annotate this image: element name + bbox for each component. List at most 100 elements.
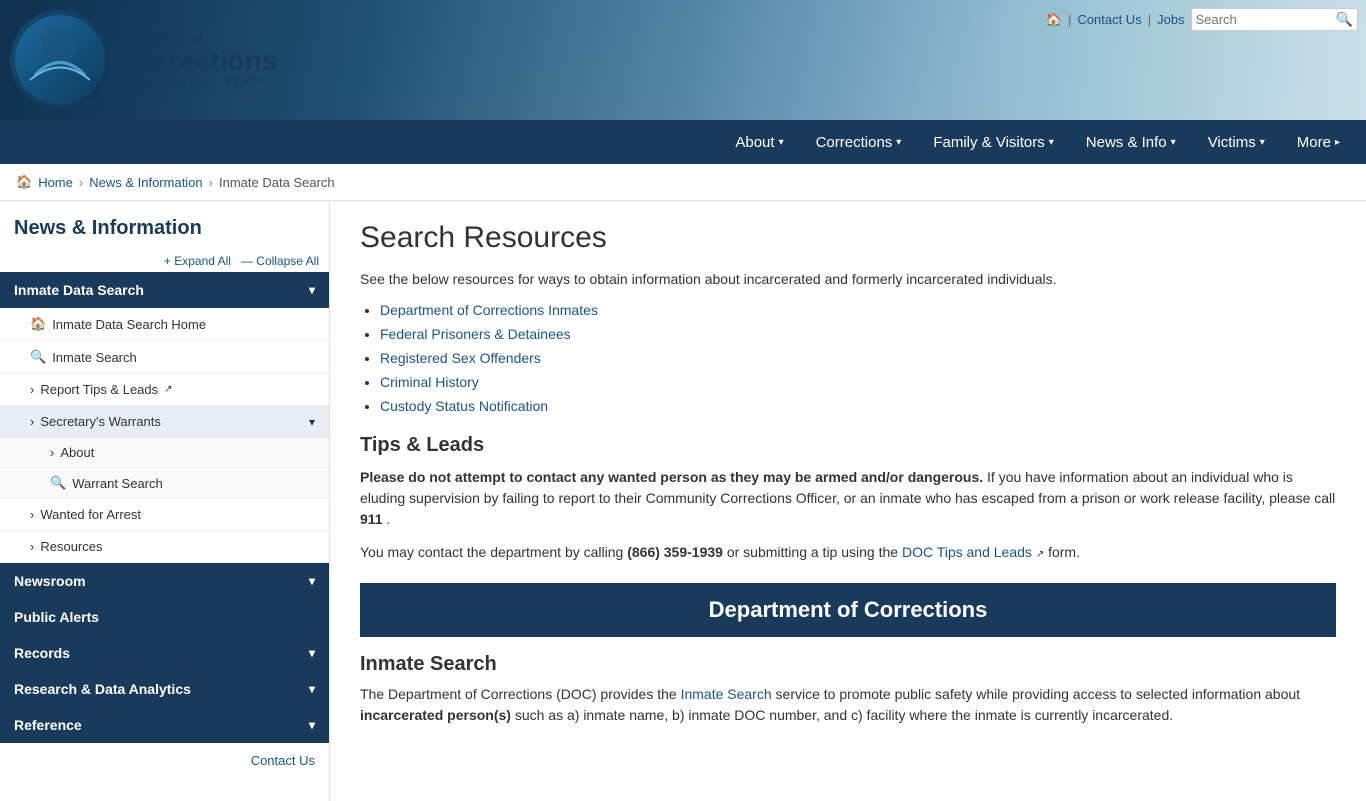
nav-victims[interactable]: Victims ▾ [1192,122,1281,163]
sidebar-item-inmate-data-search-home[interactable]: 🏠 Inmate Data Search Home [0,308,329,341]
arrow-right-icon: › [30,539,34,554]
nav-more[interactable]: More ▸ [1281,122,1356,163]
chevron-down-icon: ▾ [309,646,315,660]
sidebar-item-report-tips[interactable]: › Report Tips & Leads ↗ [0,374,329,406]
expand-all-button[interactable]: + Expand All [164,254,231,268]
bc-sep1: › [79,175,83,190]
collapse-all-button[interactable]: — Collapse All [241,254,319,268]
arrow-right-icon: › [30,382,34,397]
home-icon-bc: 🏠 [16,174,32,190]
tips-paragraph: Please do not attempt to contact any wan… [360,467,1336,530]
sidebar-item-label: About [60,445,94,460]
inmate-search-bold: incarcerated person(s) [360,707,511,723]
chevron-down-icon: ▾ [309,574,315,588]
logo-area: Department of Corrections WASHINGTON STA… [10,10,277,110]
tips-contact-paragraph: You may contact the department by callin… [360,542,1336,563]
sidebar-item-label: Resources [40,539,102,554]
sidebar-item-label: Secretary's Warrants [40,414,160,429]
contact-us-link[interactable]: Contact Us [1077,12,1141,27]
sidebar-item-secretarys-warrants[interactable]: › Secretary's Warrants ▾ [0,406,329,438]
sidebar-section-inmate-data-search[interactable]: Inmate Data Search ▾ [0,272,329,308]
tips-phone: (866) 359-1939 [627,544,723,560]
sidebar-section-label: Research & Data Analytics [14,681,191,697]
search-button[interactable]: 🔍 [1336,11,1353,28]
home-icon: 🏠 [30,316,46,332]
logo-circle [10,10,110,110]
main-layout: News & Information + Expand All — Collap… [0,201,1366,801]
nav-corrections-arrow: ▾ [896,137,901,148]
breadcrumb: 🏠 Home › News & Information › Inmate Dat… [0,164,1366,201]
logo-svg [25,25,95,95]
home-icon-link[interactable]: 🏠 [1046,12,1062,28]
arrow-down-icon: › [30,414,34,429]
list-item: Federal Prisoners & Detainees [380,326,1336,342]
inmate-search-text-pre: The Department of Corrections (DOC) prov… [360,686,681,702]
sidebar-section-label: Inmate Data Search [14,282,144,298]
sidebar-item-inmate-search[interactable]: 🔍 Inmate Search [0,341,329,374]
page-header: 🏠 | Contact Us | Jobs 🔍 Department of Co… [0,0,1366,120]
resources-list: Department of Corrections Inmates Federa… [380,302,1336,414]
logo-circle-inner [15,15,105,105]
doc-tips-leads-link[interactable]: DOC Tips and Leads [902,544,1032,560]
sidebar: News & Information + Expand All — Collap… [0,201,330,801]
nav-corrections[interactable]: Corrections ▾ [800,122,918,163]
inmate-search-text-end: such as a) inmate name, b) inmate DOC nu… [515,707,1173,723]
list-item: Criminal History [380,374,1336,390]
nav-about[interactable]: About ▾ [719,122,799,163]
sidebar-controls: + Expand All — Collapse All [0,250,329,272]
nav-corrections-label: Corrections [816,134,893,151]
nav-victims-arrow: ▾ [1260,137,1265,148]
arrow-icon: › [50,445,54,460]
breadcrumb-current: Inmate Data Search [219,175,335,190]
nav-more-label: More [1297,134,1331,151]
sidebar-item-wanted-for-arrest[interactable]: › Wanted for Arrest [0,499,329,531]
doc-inmates-link[interactable]: Department of Corrections Inmates [380,302,598,318]
nav-family-visitors[interactable]: Family & Visitors ▾ [917,122,1069,163]
inmate-search-text-mid: service to promote public safety while p… [776,686,1301,702]
sidebar-item-label: Report Tips & Leads [40,382,158,397]
breadcrumb-home[interactable]: Home [38,175,73,190]
sidebar-item-label: Inmate Search [52,350,137,365]
sidebar-item-label: Warrant Search [72,476,163,491]
federal-prisoners-link[interactable]: Federal Prisoners & Detainees [380,326,571,342]
external-link-icon: ↗ [164,384,172,395]
sex-offenders-link[interactable]: Registered Sex Offenders [380,350,541,366]
inmate-search-link[interactable]: Inmate Search [681,686,772,702]
nav-more-arrow: ▸ [1335,137,1340,148]
logo-state-text: WASHINGTON STATE [120,77,277,88]
logo-corrections-text: Corrections [120,47,277,75]
sidebar-section-research-data[interactable]: Research & Data Analytics ▾ [0,671,329,707]
sidebar-section-label: Records [14,645,70,661]
search-input[interactable] [1196,12,1336,27]
sidebar-item-warrant-search[interactable]: 🔍 Warrant Search [0,468,329,499]
sidebar-contact-link[interactable]: Contact Us [0,743,329,778]
custody-status-link[interactable]: Custody Status Notification [380,398,548,414]
nav-about-arrow: ▾ [779,137,784,148]
sidebar-item-about[interactable]: › About [0,438,329,468]
criminal-history-link[interactable]: Criminal History [380,374,479,390]
nav-family-arrow: ▾ [1049,137,1054,148]
tips-contact-mid: or submitting a tip using the [727,544,902,560]
sidebar-section-public-alerts[interactable]: Public Alerts [0,599,329,635]
chevron-down-icon: ▾ [309,682,315,696]
search-icon: 🔍 [30,349,46,365]
inmate-search-subtitle: Inmate Search [360,653,1336,676]
list-item: Custody Status Notification [380,398,1336,414]
tips-contact-pre: You may contact the department by callin… [360,544,627,560]
sidebar-item-label: Wanted for Arrest [40,507,141,522]
logo-text-block: Department of Corrections WASHINGTON STA… [120,32,277,88]
arrow-right-icon: › [30,507,34,522]
breadcrumb-news[interactable]: News & Information [89,175,202,190]
sep1: | [1068,12,1071,27]
sidebar-section-newsroom[interactable]: Newsroom ▾ [0,563,329,599]
utility-bar: 🏠 | Contact Us | Jobs 🔍 [1046,8,1358,31]
page-title: Search Resources [360,221,1336,255]
tips-leads-title: Tips & Leads [360,434,1336,457]
chevron-down-icon: ▾ [309,415,315,429]
jobs-link[interactable]: Jobs [1157,12,1184,27]
sidebar-section-records[interactable]: Records ▾ [0,635,329,671]
search-box: 🔍 [1191,8,1358,31]
sidebar-section-reference[interactable]: Reference ▾ [0,707,329,743]
sidebar-item-resources[interactable]: › Resources [0,531,329,563]
nav-news-info[interactable]: News & Info ▾ [1070,122,1192,163]
